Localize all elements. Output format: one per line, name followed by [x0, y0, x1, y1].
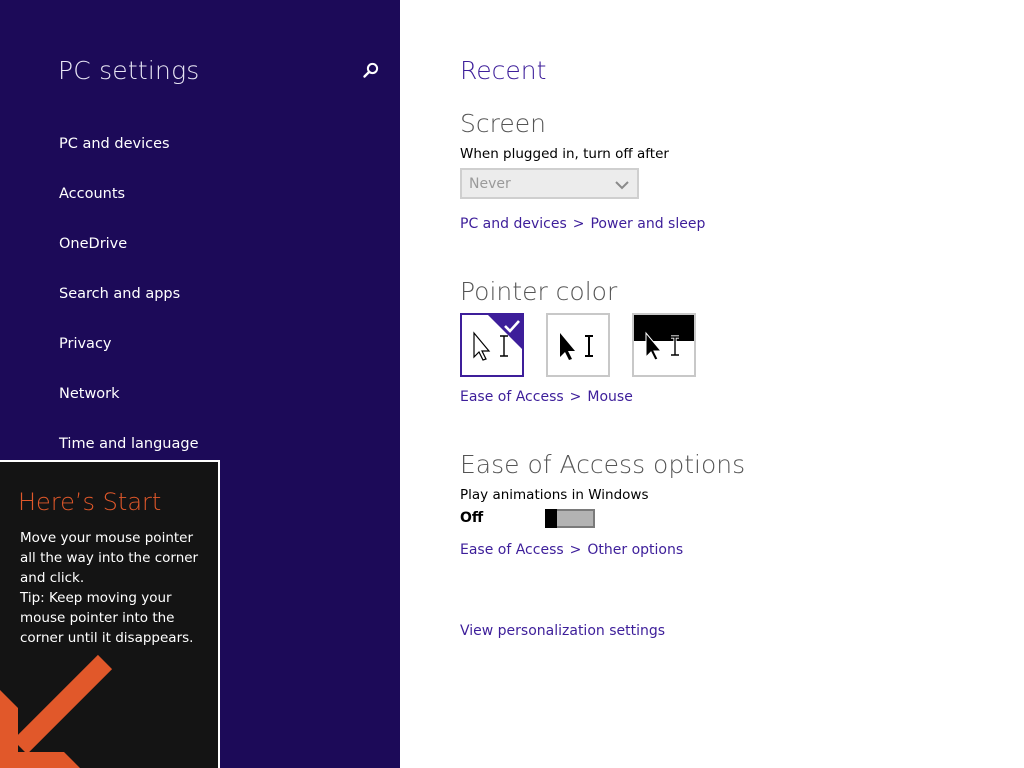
screen-timeout-value: Never [469, 176, 511, 192]
page-heading-recent: Recent [460, 56, 547, 85]
start-tip-body: Move your mouse pointer all the way into… [20, 528, 210, 648]
link-part: Ease of Access [460, 542, 564, 558]
sidebar-item-time-and-language[interactable]: Time and language [59, 436, 199, 452]
animations-toggle-state: Off [460, 510, 484, 526]
sidebar-item-accounts[interactable]: Accounts [59, 186, 125, 202]
section-title-ease-of-access: Ease of Access options [460, 450, 746, 479]
start-tip-line: mouse pointer into the [20, 610, 175, 626]
animations-toggle[interactable] [545, 509, 595, 528]
link-ease-of-access-other-options[interactable]: Ease of Access > Other options [460, 542, 683, 558]
start-tip-line: all the way into the corner [20, 550, 199, 566]
link-part: Power and sleep [590, 216, 706, 232]
link-separator: > [569, 542, 582, 558]
start-tip-line: corner until it disappears. [20, 630, 194, 646]
sidebar-item-pc-and-devices[interactable]: PC and devices [59, 136, 170, 152]
start-tip-line: Tip: Keep moving your [20, 590, 172, 606]
animations-setting-label: Play animations in Windows [460, 487, 649, 503]
link-part: Mouse [587, 389, 633, 405]
section-title-pointer-color: Pointer color [460, 277, 618, 306]
sidebar-title: PC settings [58, 56, 200, 85]
start-tip-line: Move your mouse pointer [20, 530, 194, 546]
screen-setting-label: When plugged in, turn off after [460, 146, 669, 162]
sidebar-item-onedrive[interactable]: OneDrive [59, 236, 127, 252]
toggle-thumb [545, 509, 557, 528]
link-separator: > [569, 389, 582, 405]
link-power-and-sleep[interactable]: PC and devices > Power and sleep [460, 216, 705, 232]
search-icon[interactable] [360, 60, 382, 82]
link-part: PC and devices [460, 216, 567, 232]
link-separator: > [572, 216, 585, 232]
link-ease-of-access-mouse[interactable]: Ease of Access > Mouse [460, 389, 633, 405]
sidebar-item-search-and-apps[interactable]: Search and apps [59, 286, 180, 302]
pointer-color-inverted-option[interactable] [632, 313, 696, 377]
link-view-personalization-settings[interactable]: View personalization settings [460, 623, 665, 639]
start-tip-title: Here’s Start [18, 488, 162, 516]
pointer-color-black-option[interactable] [546, 313, 610, 377]
start-tip-panel: Here’s Start Move your mouse pointer all… [0, 460, 220, 768]
arrow-down-left-icon [0, 654, 113, 768]
link-part: Other options [587, 542, 684, 558]
chevron-down-icon [615, 178, 629, 194]
sidebar-item-network[interactable]: Network [59, 386, 120, 402]
screen-timeout-select[interactable]: Never [460, 168, 639, 199]
section-title-screen: Screen [460, 109, 546, 138]
sidebar-item-privacy[interactable]: Privacy [59, 336, 112, 352]
link-part: Ease of Access [460, 389, 564, 405]
pointer-color-white-option[interactable] [460, 313, 524, 377]
start-tip-line: and click. [20, 570, 85, 586]
